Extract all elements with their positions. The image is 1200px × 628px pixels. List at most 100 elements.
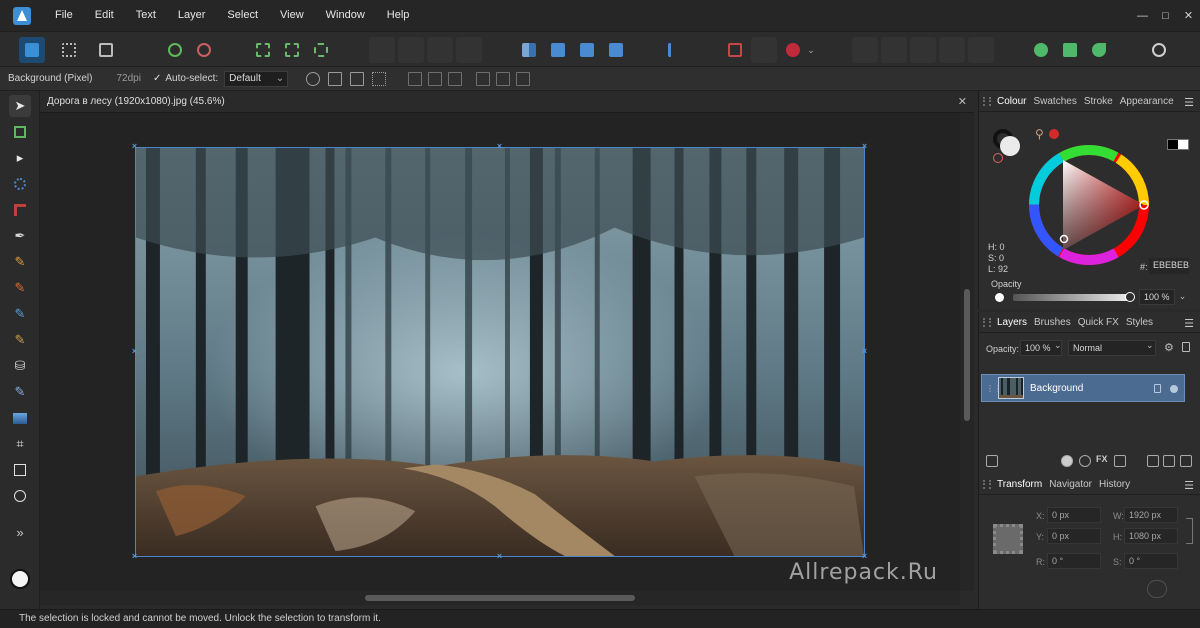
transform-origin-icon[interactable] bbox=[306, 71, 321, 86]
duplicate-layer-button[interactable] bbox=[1163, 455, 1175, 467]
gradient-tool[interactable] bbox=[9, 407, 31, 429]
tab-history[interactable]: History bbox=[1099, 475, 1130, 494]
menu-file[interactable]: File bbox=[44, 0, 84, 31]
arrange-button-2[interactable] bbox=[881, 37, 907, 63]
opacity-slider-thumb[interactable] bbox=[1125, 292, 1135, 302]
selection-handle-br[interactable]: × bbox=[861, 552, 868, 561]
liquify-persona-button[interactable] bbox=[56, 37, 82, 63]
tab-layers[interactable]: Layers bbox=[997, 313, 1027, 332]
snapping-dropdown[interactable]: ⌄ bbox=[804, 37, 818, 63]
menu-text[interactable]: Text bbox=[125, 0, 167, 31]
width-input[interactable]: 1920 px bbox=[1124, 507, 1178, 523]
selection-brush-tool[interactable] bbox=[9, 173, 31, 195]
menu-select[interactable]: Select bbox=[216, 0, 269, 31]
snapping-button[interactable] bbox=[722, 37, 748, 63]
ellipse-tool[interactable] bbox=[9, 485, 31, 507]
tab-navigator[interactable]: Navigator bbox=[1049, 475, 1092, 494]
layer-locked-icon[interactable] bbox=[1154, 384, 1161, 393]
x-input[interactable]: 0 px bbox=[1047, 507, 1101, 523]
selection-handle-top[interactable]: × bbox=[496, 142, 503, 151]
layer-settings-icon[interactable]: ⚙ bbox=[1164, 341, 1174, 354]
tab-appearance[interactable]: Appearance bbox=[1120, 92, 1174, 111]
maximize-button[interactable]: □ bbox=[1154, 0, 1177, 31]
rotate-left-button[interactable] bbox=[574, 37, 600, 63]
align-top-ctx-icon[interactable] bbox=[476, 71, 491, 86]
selection-handle-bottom[interactable]: × bbox=[496, 552, 503, 561]
boolean-subtract-button[interactable] bbox=[1057, 37, 1083, 63]
pixel-tool[interactable]: ✎ bbox=[9, 277, 31, 299]
menu-window[interactable]: Window bbox=[315, 0, 376, 31]
flood-fill-tool[interactable]: ⛁ bbox=[9, 355, 31, 377]
align-middle-ctx-icon[interactable] bbox=[496, 71, 511, 86]
no-fill-icon[interactable] bbox=[993, 153, 1003, 163]
settings-alt-button[interactable] bbox=[191, 37, 217, 63]
account-button[interactable] bbox=[1146, 37, 1172, 63]
boolean-add-button[interactable] bbox=[1028, 37, 1054, 63]
document-tab[interactable]: Дорога в лесу (1920x1080).jpg (45.6%) ✕ bbox=[40, 91, 974, 113]
magnet-button[interactable] bbox=[780, 37, 806, 63]
opacity-dropdown-icon[interactable]: ⌄ bbox=[1177, 289, 1188, 305]
align-button[interactable] bbox=[662, 37, 688, 63]
adjustment-layer-button[interactable] bbox=[1079, 455, 1091, 467]
move-tool[interactable]: ➤ bbox=[9, 95, 31, 117]
snap-grid-icon[interactable] bbox=[372, 71, 387, 86]
arrange-button-1[interactable] bbox=[852, 37, 878, 63]
arrange-button-5[interactable] bbox=[968, 37, 994, 63]
selection-handle-tl[interactable]: × bbox=[131, 142, 138, 151]
fx-button[interactable]: FX bbox=[1096, 454, 1108, 464]
panel-menu-icon[interactable]: ☰ bbox=[1184, 479, 1194, 492]
photo-persona-button[interactable] bbox=[19, 37, 45, 63]
layer-visibility-icon[interactable] bbox=[1170, 385, 1178, 393]
opacity-input[interactable]: 100 % bbox=[1139, 289, 1175, 305]
tab-stroke[interactable]: Stroke bbox=[1084, 92, 1113, 111]
blend-mode-dropdown[interactable]: Normal bbox=[1068, 340, 1156, 356]
selection-handle-right[interactable]: × bbox=[861, 347, 868, 356]
clone-tool[interactable]: ✎ bbox=[9, 381, 31, 403]
opacity-slider[interactable] bbox=[1013, 294, 1131, 301]
color-swatch-tool[interactable] bbox=[8, 567, 32, 591]
close-window-button[interactable]: ✕ bbox=[1177, 0, 1200, 31]
mode-button-2[interactable] bbox=[398, 37, 424, 63]
panel-menu-icon[interactable]: ☰ bbox=[1184, 317, 1194, 330]
bounding-box-icon[interactable] bbox=[328, 71, 343, 86]
delete-layer-button[interactable] bbox=[1180, 455, 1192, 467]
layer-mask-button[interactable] bbox=[986, 455, 998, 467]
align-right-ctx-icon[interactable] bbox=[448, 71, 463, 86]
align-left-ctx-icon[interactable] bbox=[408, 71, 423, 86]
align-bottom-ctx-icon[interactable] bbox=[516, 71, 531, 86]
dodge-tool[interactable]: ✎ bbox=[9, 329, 31, 351]
layer-opacity-dropdown-icon[interactable]: ⌄ bbox=[1054, 340, 1062, 351]
y-input[interactable]: 0 px bbox=[1047, 528, 1101, 544]
menu-view[interactable]: View bbox=[269, 0, 315, 31]
selection-button-2[interactable] bbox=[279, 37, 305, 63]
tab-brushes[interactable]: Brushes bbox=[1034, 313, 1071, 332]
transform-objects-icon[interactable] bbox=[350, 71, 365, 86]
flip-vertical-button[interactable] bbox=[545, 37, 571, 63]
erase-brush-tool[interactable]: ✎ bbox=[9, 303, 31, 325]
minimize-button[interactable]: — bbox=[1131, 0, 1154, 31]
arrange-button-4[interactable] bbox=[939, 37, 965, 63]
panel-menu-icon[interactable]: ☰ bbox=[1184, 96, 1194, 109]
horizontal-scrollbar[interactable] bbox=[40, 591, 960, 605]
tab-colour[interactable]: Colour bbox=[997, 92, 1026, 111]
crop-tool[interactable] bbox=[9, 199, 31, 221]
vertical-scrollbar[interactable] bbox=[960, 113, 974, 591]
selection-handle-bl[interactable]: × bbox=[131, 552, 138, 561]
document-image[interactable] bbox=[135, 147, 865, 557]
view-tool[interactable]: ▸ bbox=[9, 147, 31, 169]
layer-lock-icon[interactable] bbox=[1182, 342, 1190, 352]
menu-layer[interactable]: Layer bbox=[167, 0, 217, 31]
add-layer-button[interactable] bbox=[1147, 455, 1159, 467]
rotation-input[interactable]: 0 ° bbox=[1047, 553, 1101, 569]
black-white-swatch[interactable] bbox=[1167, 139, 1189, 150]
tab-styles[interactable]: Styles bbox=[1126, 313, 1153, 332]
menu-help[interactable]: Help bbox=[376, 0, 421, 31]
menu-edit[interactable]: Edit bbox=[84, 0, 125, 31]
mode-button-3[interactable] bbox=[427, 37, 453, 63]
shear-input[interactable]: 0 ° bbox=[1124, 553, 1178, 569]
rotate-right-button[interactable] bbox=[603, 37, 629, 63]
close-document-icon[interactable]: ✕ bbox=[958, 95, 967, 108]
colour-wheel[interactable] bbox=[1027, 143, 1151, 267]
selection-button-1[interactable] bbox=[250, 37, 276, 63]
auto-select-checkbox[interactable]: ✓ bbox=[153, 73, 161, 84]
